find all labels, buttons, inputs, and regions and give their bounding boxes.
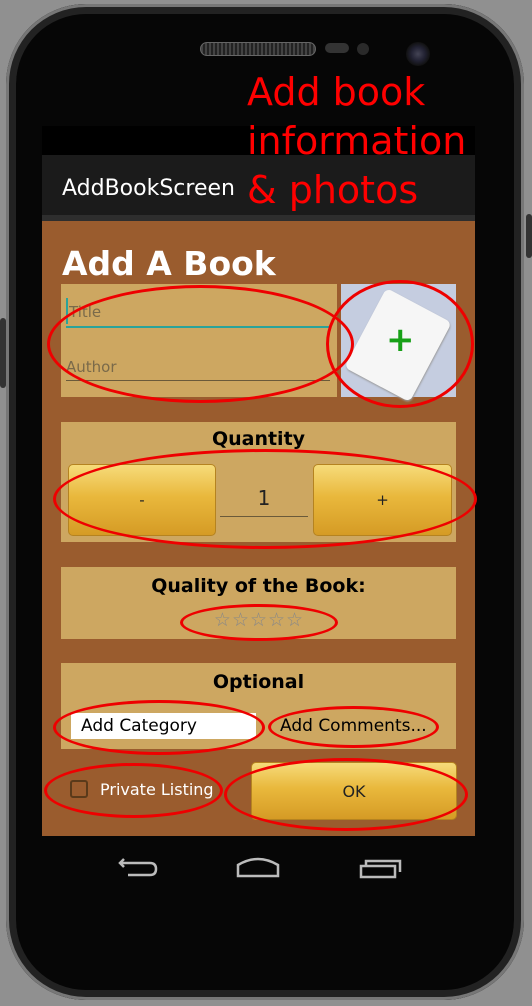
add-comments-button[interactable]: Add Comments... — [280, 716, 427, 736]
home-icon[interactable] — [236, 857, 280, 878]
author-input[interactable] — [66, 356, 316, 378]
quantity-panel: Quantity - 1 + — [61, 422, 456, 542]
navigation-bar — [118, 857, 402, 879]
app-screen: AddBookScreen Add A Book + Quantity - 1 … — [42, 126, 475, 836]
proximity-sensor — [325, 43, 349, 53]
quantity-value: 1 — [257, 486, 271, 510]
quantity-stepper[interactable]: 1 — [220, 482, 308, 517]
page-title: Add A Book — [62, 244, 276, 283]
power-button — [0, 318, 6, 388]
quantity-label: Quantity — [211, 428, 306, 450]
volume-button — [526, 214, 532, 258]
quality-panel: Quality of the Book: ☆☆☆☆☆ — [61, 567, 456, 639]
ok-button[interactable]: OK — [251, 762, 457, 820]
private-listing-label: Private Listing — [100, 780, 214, 799]
decrement-button[interactable]: - — [68, 464, 216, 536]
annotation-line-1: Add book — [247, 70, 426, 114]
add-category-field[interactable]: Add Category — [71, 713, 256, 739]
earpiece-speaker — [200, 42, 316, 56]
light-sensor — [357, 43, 369, 55]
recent-apps-icon[interactable] — [359, 859, 402, 879]
annotation-line-3: & photos — [247, 168, 419, 212]
author-field[interactable] — [66, 354, 330, 381]
optional-panel: Optional Add Category Add Comments... — [61, 663, 456, 749]
app-title: AddBookScreen — [62, 176, 235, 201]
add-photo-button[interactable]: + — [341, 284, 456, 403]
annotation-line-2: information — [247, 119, 467, 163]
increment-button[interactable]: + — [313, 464, 452, 536]
book-info-panel — [61, 284, 337, 397]
annotation-text: Add book information & photos — [247, 68, 466, 215]
quality-label: Quality of the Book: — [151, 575, 366, 597]
text-cursor — [66, 298, 68, 324]
title-field[interactable] — [66, 298, 330, 328]
title-input[interactable] — [69, 301, 319, 323]
front-camera-icon — [406, 42, 430, 66]
star-rating[interactable]: ☆☆☆☆☆ — [211, 609, 307, 631]
private-listing-checkbox[interactable] — [70, 780, 88, 798]
optional-label: Optional — [212, 671, 305, 693]
back-icon[interactable] — [118, 858, 158, 877]
plus-icon: + — [386, 320, 415, 360]
